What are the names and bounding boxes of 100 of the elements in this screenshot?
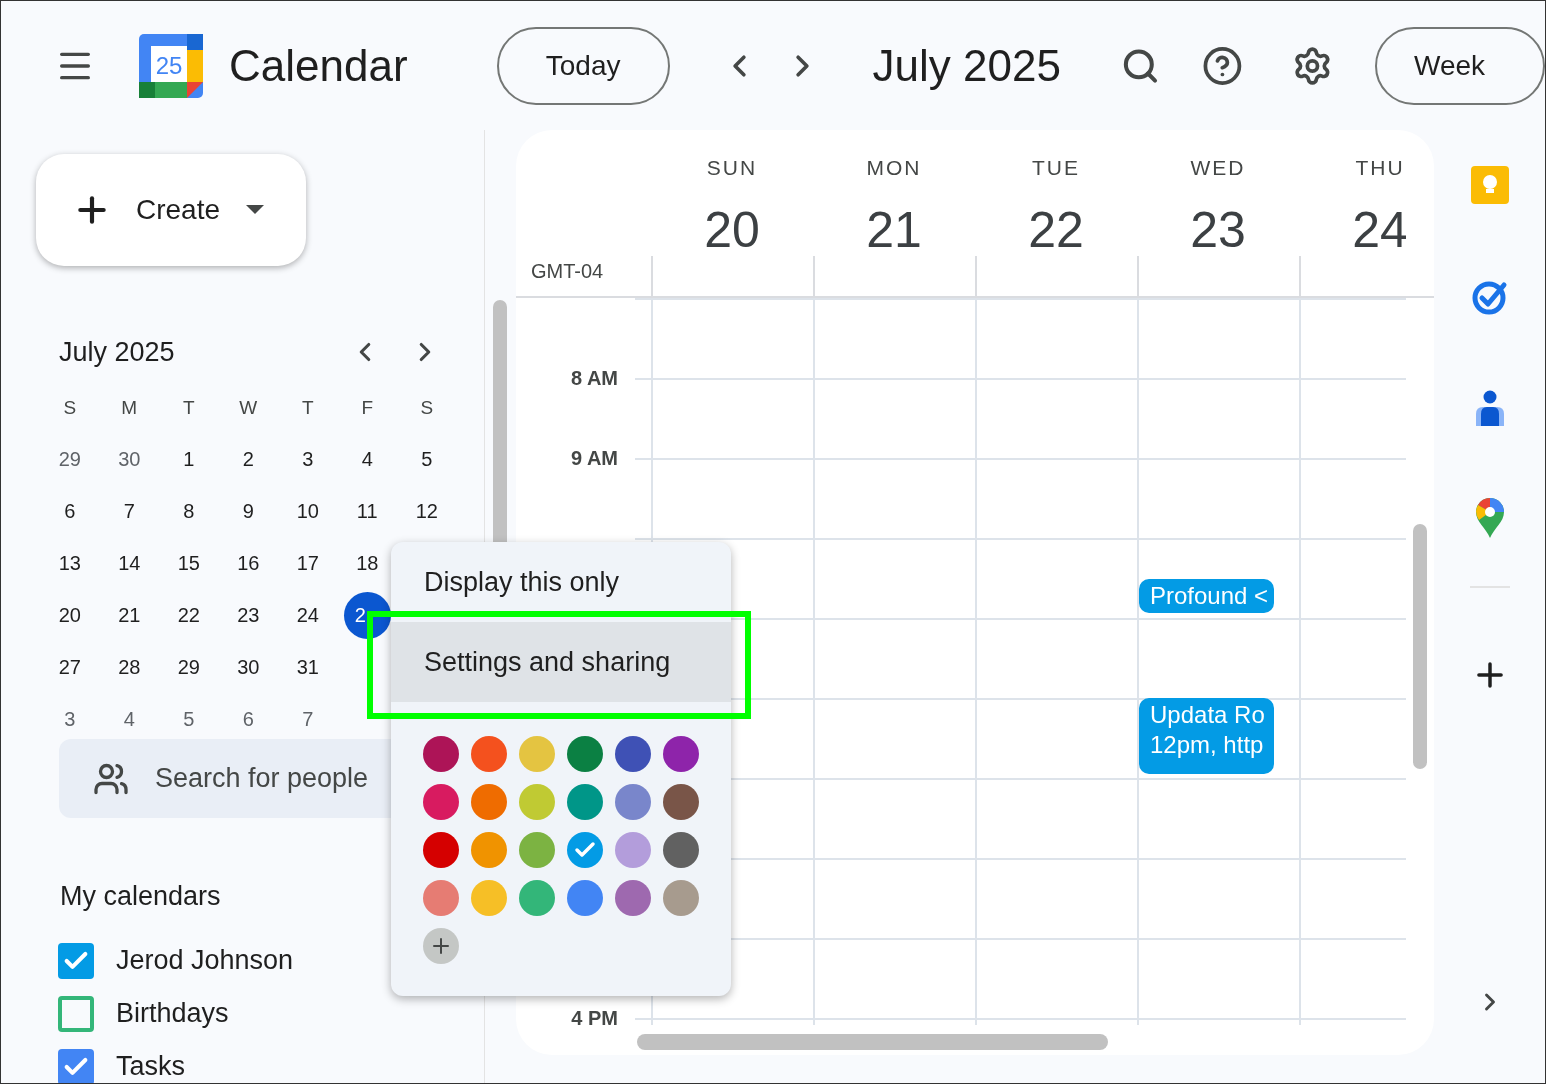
color-swatch[interactable] [423,736,459,772]
color-swatch[interactable] [567,784,603,820]
day-number[interactable]: 23 [1190,199,1246,260]
color-swatch[interactable] [567,832,603,868]
mini-calendar-day[interactable]: 10 [286,490,329,532]
mini-calendar-day[interactable]: 22 [167,594,210,636]
time-label: 9 AM [570,446,618,471]
calendar-name: Birthdays [116,997,229,1031]
color-swatch[interactable] [615,880,651,916]
color-swatch[interactable] [519,880,555,916]
mini-calendar-day[interactable]: 16 [227,542,270,584]
day-number[interactable]: 21 [866,199,922,260]
mini-calendar-day[interactable]: 1 [167,438,210,480]
scrollbar-thumb[interactable] [637,1034,1108,1050]
color-swatch[interactable] [423,784,459,820]
color-swatch[interactable] [423,832,459,868]
mini-calendar-day[interactable]: 9 [227,490,270,532]
mini-calendar-day[interactable]: 13 [48,542,91,584]
mini-calendar-day[interactable]: 7 [108,490,151,532]
mini-calendar-day[interactable]: 14 [108,542,151,584]
mini-calendar-day[interactable]: 4 [346,438,389,480]
mini-calendar-day[interactable]: 3 [286,438,329,480]
calendar-checkbox[interactable] [58,995,94,1032]
caret-icon [246,205,265,215]
color-swatch[interactable] [615,832,651,868]
color-swatch[interactable] [615,736,651,772]
color-swatch[interactable] [423,880,459,916]
mini-calendar-day[interactable]: 18 [346,542,389,584]
day-number[interactable]: 24 [1352,199,1406,260]
create-button[interactable]: Create [36,154,306,266]
scrollbar-thumb[interactable] [1413,524,1427,769]
calendar-logo-icon: 25 [139,33,203,98]
time-label: 8 AM [570,366,618,391]
weekday-label: T [182,395,195,420]
day-name: MON [866,155,922,181]
mini-calendar-day[interactable]: 24 [286,594,329,636]
mini-calendar-day[interactable]: 7 [286,698,329,740]
weekday-label: S [63,395,77,420]
color-swatch[interactable] [471,832,507,868]
event-title: Updata Ro [1150,700,1263,730]
color-swatch[interactable] [567,880,603,916]
map-pin-icon[interactable] [1475,498,1504,538]
color-swatch[interactable] [519,784,555,820]
day-name: SUN [706,155,758,181]
mini-calendar-day[interactable]: 20 [48,594,91,636]
weekday-label: M [121,395,138,420]
calendar-checkbox[interactable] [58,1048,94,1083]
event-detail: 12pm, http [1150,730,1263,760]
person-icon[interactable] [1474,390,1505,426]
add-color-button[interactable] [423,928,459,964]
timezone-label: GMT-04 [531,259,604,284]
mini-calendar-day[interactable]: 6 [227,698,270,740]
mini-calendar-day[interactable]: 21 [108,594,151,636]
color-swatch[interactable] [471,880,507,916]
color-swatch[interactable] [519,832,555,868]
mini-calendar-day[interactable]: 29 [167,646,210,688]
mini-calendar-day[interactable]: 5 [405,438,448,480]
mini-calendar-day[interactable]: 28 [108,646,151,688]
mini-calendar-day[interactable]: 5 [167,698,210,740]
color-swatch[interactable] [567,736,603,772]
mini-calendar-title: July 2025 [59,335,175,369]
people-icon [93,761,129,797]
color-swatch[interactable] [471,784,507,820]
color-swatch[interactable] [519,736,555,772]
app-title: Calendar [229,39,408,92]
weekday-label: W [239,395,258,420]
mini-calendar-day[interactable]: 15 [167,542,210,584]
color-swatch[interactable] [615,784,651,820]
mini-calendar-day[interactable]: 29 [48,438,91,480]
color-swatch[interactable] [663,784,699,820]
menu-item[interactable]: Settings and sharing [391,622,731,702]
color-swatch[interactable] [663,880,699,916]
mini-calendar-day[interactable]: 23 [227,594,270,636]
day-number[interactable]: 20 [704,199,760,260]
color-swatch[interactable] [471,736,507,772]
mini-calendar-day[interactable]: 30 [227,646,270,688]
mini-calendar-day[interactable]: 2 [227,438,270,480]
mini-calendar-day[interactable]: 8 [167,490,210,532]
mini-calendar-day[interactable]: 27 [48,646,91,688]
day-number[interactable]: 22 [1028,199,1084,260]
help-icon[interactable] [1202,44,1244,87]
period-title: July 2025 [872,40,1061,90]
mini-calendar-day[interactable]: 17 [286,542,329,584]
today-button[interactable]: Today [496,26,670,105]
time-label: 4 PM [571,1006,618,1025]
section-title: My calendars [60,880,221,913]
mini-calendar-day[interactable]: 3 [48,698,91,740]
calendar-name: Tasks [116,1050,186,1083]
menu-item[interactable]: Display this only [391,554,731,610]
mini-calendar-day[interactable]: 6 [48,490,91,532]
mini-calendar-day[interactable]: 31 [286,646,329,688]
mini-calendar-day[interactable]: 11 [346,490,389,532]
mini-calendar-day[interactable]: 30 [108,438,151,480]
color-swatch[interactable] [663,736,699,772]
day-name: WED [1190,155,1246,181]
color-swatch[interactable] [663,832,699,868]
mini-calendar-day[interactable]: 12 [405,490,448,532]
mini-calendar-day[interactable]: 4 [108,698,151,740]
view-button[interactable]: Week [1375,26,1545,105]
calendar-checkbox[interactable] [58,942,94,979]
